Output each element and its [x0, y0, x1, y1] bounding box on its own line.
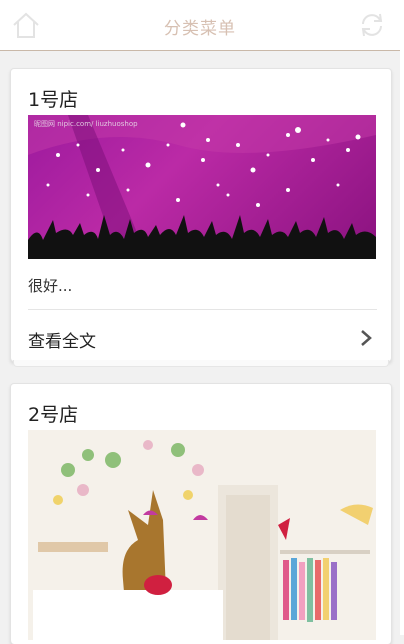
store-illustration [28, 430, 376, 640]
image-watermark: 昵图网 nipic.com/ liuzhuoshop [34, 120, 138, 128]
right-edge [400, 0, 404, 635]
refresh-button[interactable] [356, 10, 388, 40]
store-card-1[interactable]: 1号店 昵图网 nipic.com/ liuzhuoshop 很好... 查看全… [10, 68, 392, 362]
refresh-icon [361, 13, 383, 37]
store-card-2[interactable]: 2号店 [10, 383, 392, 644]
top-nav-bar: 分类菜单 [0, 0, 400, 51]
concert-crowd-image: 昵图网 nipic.com/ liuzhuoshop [28, 115, 376, 259]
concert-illustration [28, 115, 376, 259]
card-excerpt: 很好... [28, 277, 73, 295]
chevron-right-icon [361, 330, 372, 346]
page-title: 分类菜单 [164, 19, 236, 39]
divider [28, 309, 377, 310]
store-interior-image [28, 430, 376, 640]
read-more-link[interactable]: 查看全文 [28, 323, 377, 353]
card-title: 1号店 [28, 89, 79, 111]
card-stack-shadow [13, 360, 389, 367]
read-more-label: 查看全文 [28, 332, 96, 352]
card-title: 2号店 [28, 404, 79, 426]
